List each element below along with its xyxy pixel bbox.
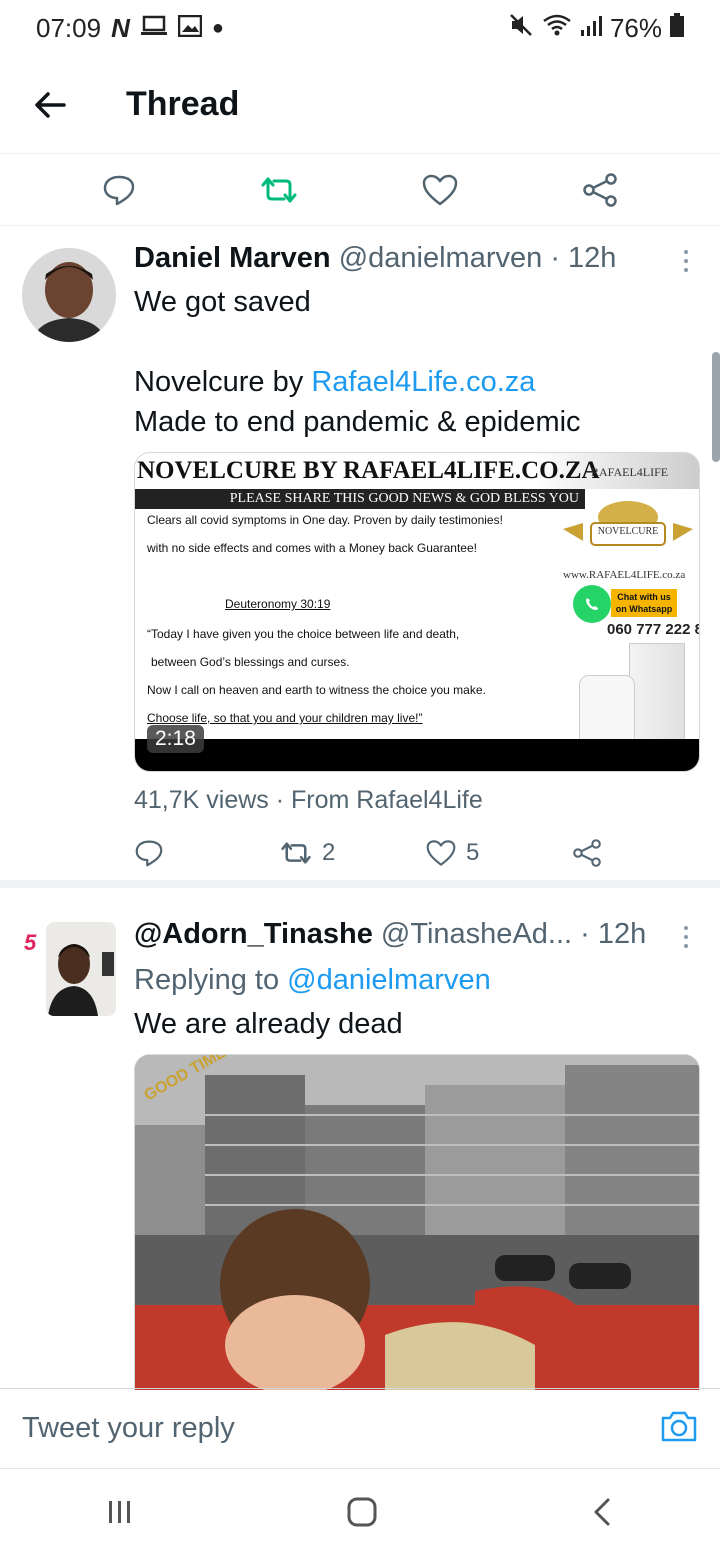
gallery-icon <box>177 13 203 44</box>
tweet-link[interactable]: Rafael4Life.co.za <box>311 366 535 398</box>
video-brand: RAFAEL4LIFE <box>591 465 669 479</box>
reply-icon <box>135 840 163 867</box>
tweet-time: · 12h <box>550 242 617 274</box>
status-time: 07:09 <box>36 12 102 43</box>
video-line: with no side effects and comes with a Mo… <box>147 541 477 555</box>
share-button[interactable] <box>572 839 602 867</box>
author-name[interactable]: @Adorn_Tinashe <box>134 918 373 950</box>
tweet-adorn[interactable]: 5 @Adorn_Tinashe @TinasheAd... · 12h Rep… <box>0 896 720 1390</box>
notification-n-icon: N <box>111 12 130 43</box>
tweet-header: @Adorn_Tinashe @TinasheAd... · 12h <box>134 918 660 951</box>
battery-icon <box>670 12 684 44</box>
recent-apps-icon <box>109 1501 130 1523</box>
retweet-button[interactable] <box>260 175 298 205</box>
mute-icon <box>508 12 534 45</box>
chevron-left-icon <box>594 1498 610 1526</box>
battery-level: 76% <box>609 12 662 43</box>
video-phone: 060 777 222 8 <box>607 621 700 638</box>
photo-image <box>135 1055 699 1390</box>
reply-icon <box>103 175 135 205</box>
like-count: 5 <box>466 839 480 866</box>
system-nav-bar <box>0 1468 720 1560</box>
video-line: Clears all covid symptoms in One day. Pr… <box>147 513 503 527</box>
laptop-icon <box>140 13 168 44</box>
like-button[interactable] <box>422 174 458 206</box>
video-line: “Today I have given you the choice betwe… <box>147 627 460 641</box>
tweet-time: · 12h <box>580 918 647 950</box>
arrow-left-icon <box>35 91 66 118</box>
replying-to-line: Replying to @danielmarven <box>134 964 491 996</box>
tweet-text: We got saved Novelcure by Rafael4Life.co… <box>134 282 696 442</box>
tweet-line: Made to end pandemic & epidemic <box>134 406 581 438</box>
retweet-icon <box>261 177 297 202</box>
home-button[interactable] <box>346 1496 378 1533</box>
video-verse-ref: Deuteronomy 30:19 <box>225 597 331 611</box>
tweet-actions: 2 5 <box>0 828 720 878</box>
tweet-text: We are already dead <box>134 1008 403 1040</box>
video-line: Choose life, so that you and your childr… <box>147 711 423 725</box>
product-seal: NOVELCURE <box>563 497 693 553</box>
parent-tweet-actions <box>0 154 720 226</box>
video-duration: 2:18 <box>147 725 204 753</box>
signal-icon <box>580 13 602 44</box>
author-name[interactable]: Daniel Marven <box>134 242 331 274</box>
emoji-badge: 5 <box>24 930 37 955</box>
video-site: www.RAFAEL4LIFE.co.za <box>563 569 686 581</box>
share-icon <box>573 839 601 867</box>
share-icon <box>583 172 617 207</box>
video-line: Now I call on heaven and earth to witnes… <box>147 683 486 697</box>
share-button[interactable] <box>582 172 618 207</box>
retweet-icon <box>281 842 311 864</box>
video-subtitle-bar: PLEASE SHARE THIS GOOD NEWS & GOD BLESS … <box>135 489 585 509</box>
dot-icon: ● <box>211 16 224 39</box>
retweet-button[interactable]: 2 <box>280 839 426 867</box>
reply-button[interactable] <box>134 839 280 867</box>
heart-icon <box>426 840 456 866</box>
author-handle[interactable]: @TinasheAd... <box>381 918 572 950</box>
avatar[interactable] <box>46 922 116 1016</box>
video-line: between God’s blessings and curses. <box>151 655 350 669</box>
scrollbar[interactable] <box>712 352 720 462</box>
camera-icon <box>661 1411 697 1442</box>
video-player[interactable]: NOVELCURE BY RAFAEL4LIFE.CO.ZA PLEASE SH… <box>134 452 700 772</box>
product-box <box>629 643 685 753</box>
tweet-line: Novelcure by Rafael4Life.co.za <box>134 366 536 398</box>
recent-apps-button[interactable] <box>106 1498 134 1531</box>
video-bottom-bar <box>135 739 699 771</box>
views-line: 41,7K views · From Rafael4Life <box>134 786 483 815</box>
top-bar: Thread <box>0 56 720 154</box>
reply-input[interactable]: Tweet your reply <box>22 1412 235 1445</box>
more-options-button[interactable] <box>680 250 692 272</box>
more-options-button[interactable] <box>680 926 692 948</box>
product-name: NOVELCURE <box>597 526 659 537</box>
retweet-count: 2 <box>322 839 336 866</box>
back-button[interactable] <box>20 75 80 135</box>
replying-to-link[interactable]: @danielmarven <box>287 964 491 996</box>
page-title: Thread <box>126 85 240 123</box>
heart-icon <box>422 174 458 205</box>
media-source[interactable]: · From Rafael4Life <box>276 786 483 814</box>
system-back-button[interactable] <box>590 1497 614 1532</box>
camera-button[interactable] <box>660 1409 698 1448</box>
like-button[interactable]: 5 <box>426 839 572 867</box>
status-bar: 07:09 N ● 76% <box>0 0 720 56</box>
tweet-daniel[interactable]: Daniel Marven @danielmarven · 12h We got… <box>0 228 720 888</box>
wifi-icon <box>542 13 572 44</box>
reply-bar: Tweet your reply <box>0 1388 720 1468</box>
tweet-header: Daniel Marven @danielmarven · 12h <box>134 242 660 275</box>
reply-button[interactable] <box>102 174 136 206</box>
whatsapp-icon <box>573 585 611 623</box>
tweet-photo[interactable]: GOOD TIMES <box>134 1054 700 1390</box>
author-handle[interactable]: @danielmarven <box>339 242 543 274</box>
tweet-line: We got saved <box>134 286 311 318</box>
view-count: 41,7K views <box>134 786 269 814</box>
home-icon <box>347 1497 377 1527</box>
video-chat-label: Chat with us on Whatsapp <box>611 589 677 617</box>
avatar[interactable] <box>22 248 116 342</box>
